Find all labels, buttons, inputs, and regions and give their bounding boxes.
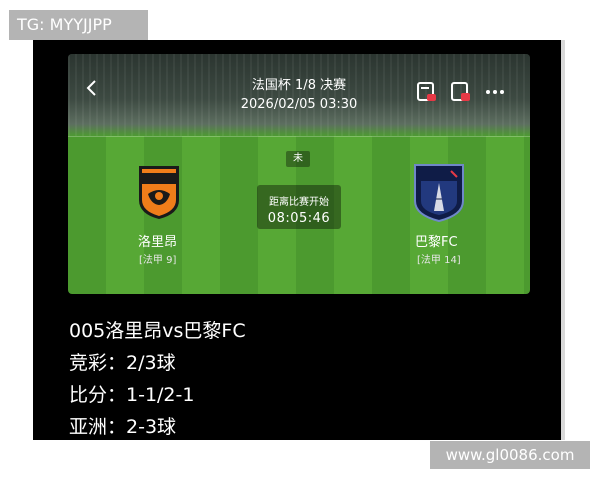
match-header-card: 法国杯 1/8 决赛 2026/02/05 03:30 未 距离比赛开始 08:… — [68, 54, 530, 294]
lorient-crest-icon — [139, 166, 179, 219]
watermark-site: www.gl0086.com — [430, 441, 590, 469]
countdown-box: 距离比赛开始 08:05:46 — [257, 185, 341, 229]
post-line-jingcai: 竞彩：2/3球 — [69, 352, 176, 374]
app-screenshot: 法国杯 1/8 决赛 2026/02/05 03:30 未 距离比赛开始 08:… — [33, 40, 565, 440]
match-status-badge: 未 — [286, 151, 310, 167]
post-line-score: 比分：1-1/2-1 — [69, 384, 195, 406]
home-team-name: 洛里昂 — [138, 235, 178, 250]
more-icon[interactable] — [484, 81, 506, 103]
pitch-line — [68, 136, 530, 137]
post-line-asia: 亚洲：2-3球 — [69, 416, 177, 438]
countdown-label: 距离比赛开始 — [269, 197, 329, 208]
away-team-league: [法甲 14] — [417, 255, 461, 266]
watermark-tg: TG: MYYJJPP — [9, 10, 148, 40]
notes-icon[interactable] — [450, 81, 472, 103]
home-team-league: [法甲 9] — [139, 255, 177, 266]
phone-edge — [561, 40, 565, 440]
share-card-icon[interactable] — [416, 81, 438, 103]
post-title: 005洛里昂vs巴黎FC — [69, 320, 246, 342]
countdown-timer: 08:05:46 — [267, 211, 331, 226]
away-team-name: 巴黎FC — [415, 235, 458, 250]
paris-fc-crest-icon — [414, 164, 464, 223]
